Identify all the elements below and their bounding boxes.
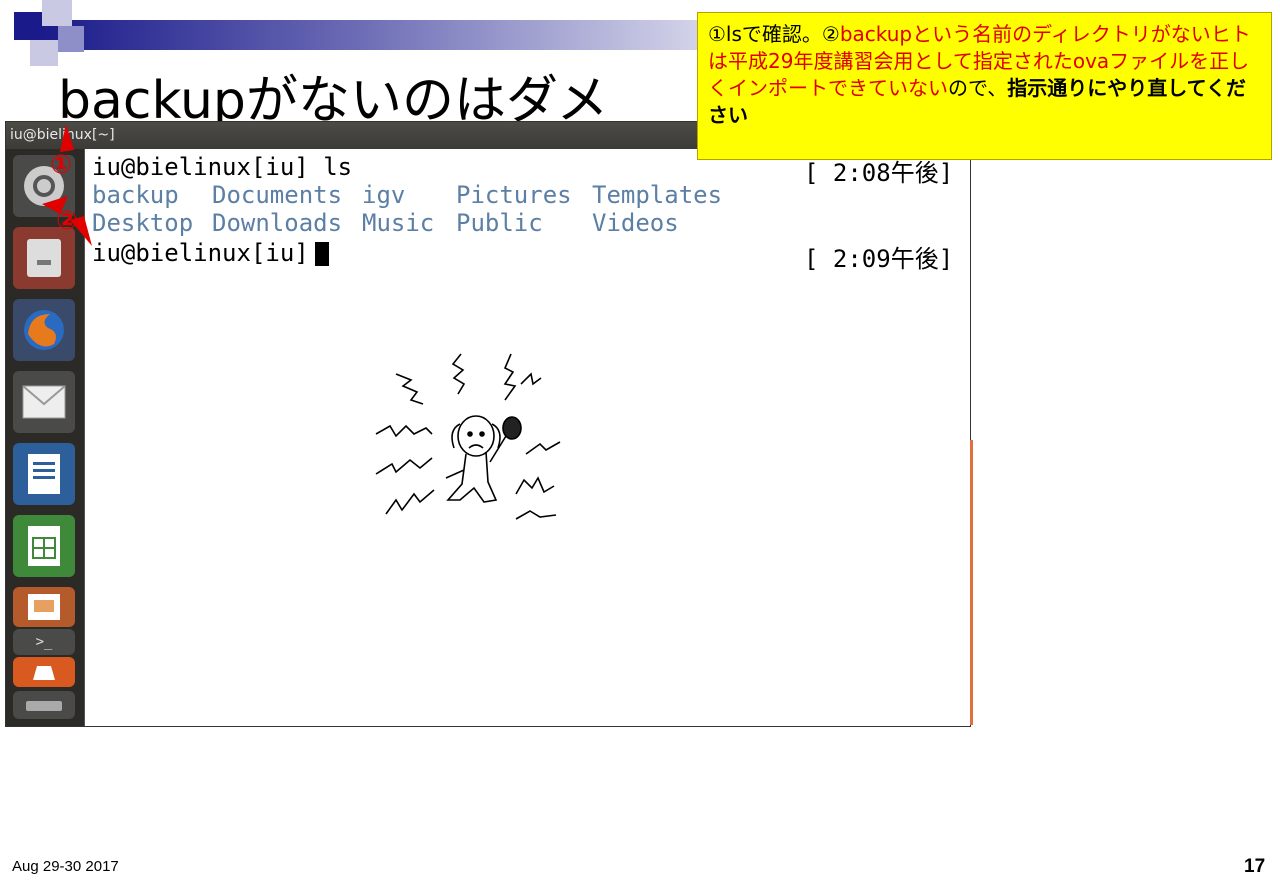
ls-entry: igv [362, 181, 406, 209]
deco-square [30, 40, 58, 66]
text-cursor [314, 242, 329, 266]
deco-square [58, 26, 84, 52]
calc-icon[interactable] [13, 515, 75, 577]
prompt-text: iu@bielinux[iu] [92, 239, 309, 267]
drive-icon[interactable] [13, 691, 75, 719]
callout-text-1: ①lsで確認。② [708, 22, 840, 46]
callout-text-3: ので、 [948, 76, 1008, 100]
ls-entry: Downloads [212, 209, 343, 237]
timestamp-2: [ 2:09午後] [804, 245, 954, 273]
terminal-content[interactable]: iu@bielinux[iu] ls [ 2:08午後] backup Docu… [86, 149, 970, 726]
ls-entry: Desktop [92, 209, 194, 237]
ls-entry: backup [92, 181, 179, 209]
ls-entry: Public [456, 209, 543, 237]
instruction-callout: ①lsで確認。②backupという名前のディレクトリがないヒトは平成29年度講習… [697, 12, 1272, 160]
deco-square [14, 12, 42, 40]
prompt-line-2: iu@bielinux[iu] [92, 239, 329, 267]
deco-square [42, 0, 72, 26]
angry-dog-illustration [375, 353, 561, 520]
ls-entry: Pictures [456, 181, 572, 209]
ls-entry: Templates [592, 181, 723, 209]
writer-icon[interactable] [13, 443, 75, 505]
firefox-icon[interactable] [13, 299, 75, 361]
terminal-scrollbar[interactable] [970, 440, 973, 725]
ls-entry: Videos [592, 209, 679, 237]
mail-icon[interactable] [13, 371, 75, 433]
slide-page-number: 17 [1244, 856, 1266, 877]
terminal-window[interactable]: iu@bielinux[~] >_ iu@bielinux[iu] ls [2… [5, 121, 973, 727]
ls-entry: Music [362, 209, 435, 237]
red-arrows [42, 124, 92, 246]
slide-date: Aug 29-30 2017 [12, 858, 119, 875]
software-center-icon[interactable] [13, 657, 75, 687]
prompt-line-1: iu@bielinux[iu] ls [92, 153, 353, 181]
ls-entry: Documents [212, 181, 343, 209]
impress-icon[interactable] [13, 587, 75, 627]
terminal-icon[interactable]: >_ [13, 629, 75, 655]
